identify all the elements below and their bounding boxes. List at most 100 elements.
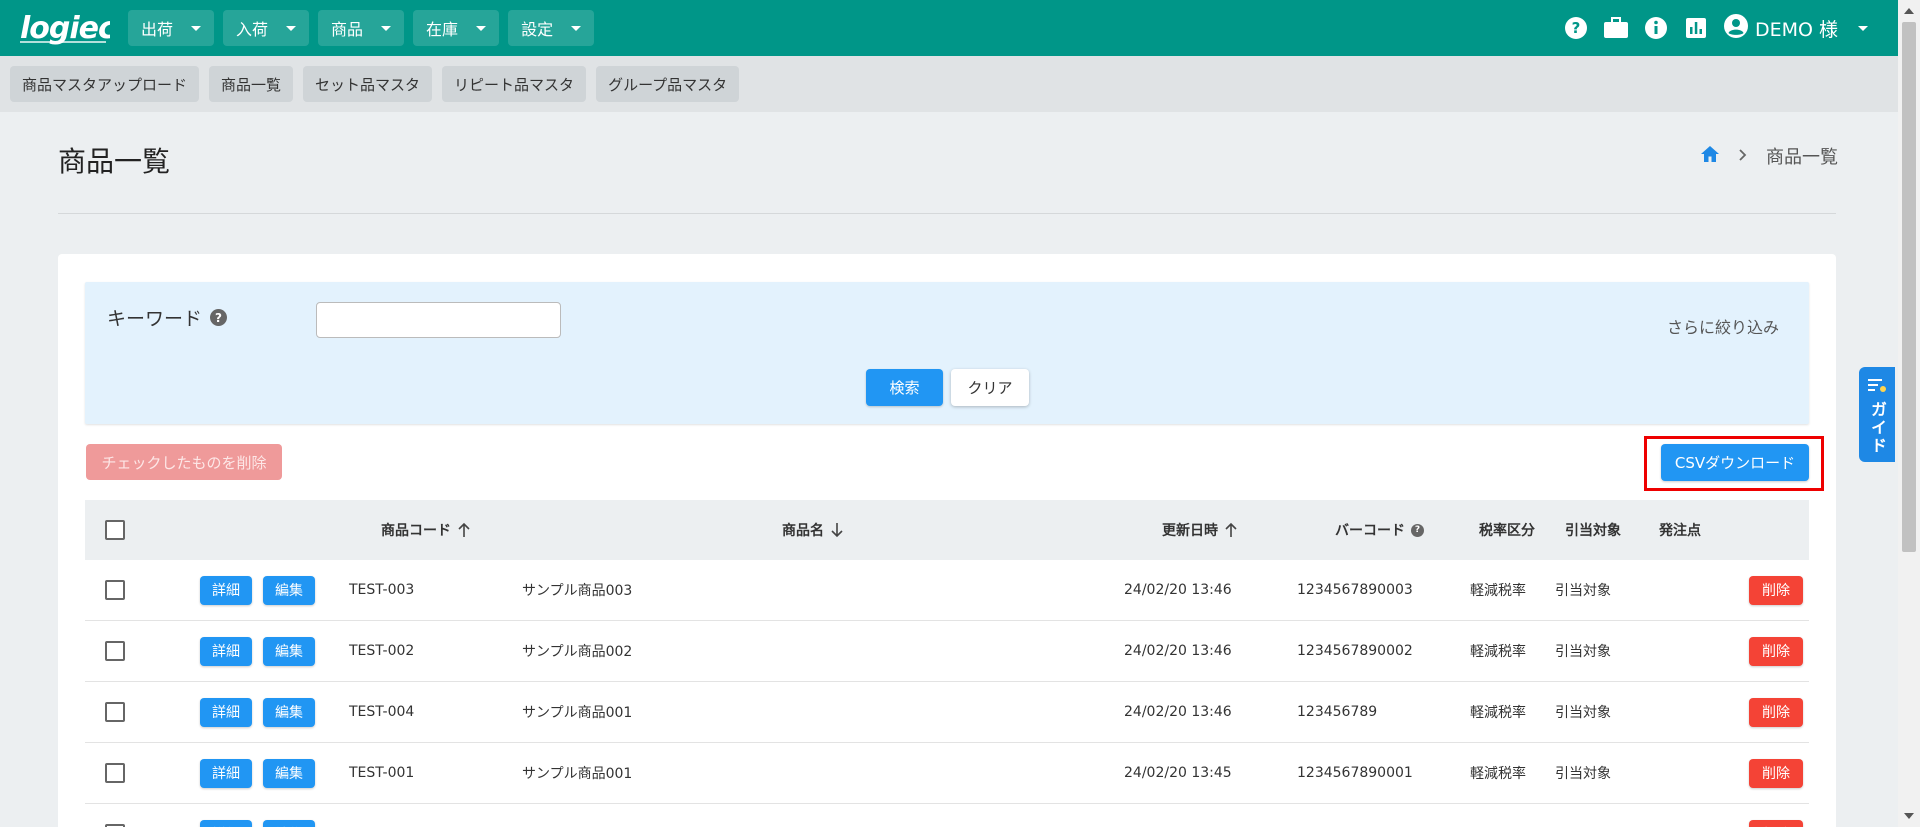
edit-button[interactable]: 編集 [263, 636, 315, 666]
question-icon[interactable]: ? [1411, 523, 1424, 537]
header-allocation: 引当対象 [1565, 523, 1621, 539]
row-checkbox[interactable] [105, 763, 125, 783]
arrow-up-icon [1225, 522, 1237, 537]
header-product-code[interactable]: 商品コード [381, 500, 471, 560]
allocation: 引当対象 [1555, 583, 1611, 599]
edit-button[interactable]: 編集 [263, 575, 315, 605]
product-code: TEST-002 [349, 643, 415, 659]
nav-shipping[interactable]: 出荷 [128, 10, 215, 46]
user-name: DEMO 様 [1754, 18, 1838, 41]
user-menu[interactable]: DEMO 様 [1723, 13, 1868, 44]
header-reorder-point: 発注点 [1659, 523, 1701, 539]
delete-button[interactable]: 削除 [1749, 636, 1803, 666]
allocation: 引当対象 [1555, 766, 1611, 782]
product-list-card: キーワード ? さらに絞り込み 検索 クリア チェックしたものを削除 CSVダウ… [58, 254, 1836, 827]
scroll-thumb[interactable] [1902, 22, 1916, 552]
barcode: 1234567890003 [1297, 582, 1413, 598]
header-updated-at[interactable]: 更新日時 [1162, 500, 1238, 560]
info-icon[interactable] [1643, 15, 1669, 41]
subnav-product-list[interactable]: 商品一覧 [209, 66, 294, 102]
product-code: TEST-003 [349, 582, 415, 598]
nav-settings[interactable]: 設定 [508, 10, 595, 46]
svg-text:logiec: logiec [20, 11, 110, 46]
edit-button[interactable]: 編集 [263, 758, 315, 788]
header-product-name[interactable]: 商品名 [782, 500, 844, 560]
select-all-checkbox[interactable] [105, 520, 125, 540]
product-code: TEST-001 [349, 765, 415, 781]
product-name: サンプル商品003 [522, 583, 633, 599]
chevron-down-icon [571, 25, 582, 31]
guide-list-icon [1867, 377, 1887, 397]
chevron-right-icon [1738, 146, 1748, 167]
barcode: 123456789 [1297, 704, 1378, 720]
delete-button[interactable]: 削除 [1749, 758, 1803, 788]
updated-at: 24/02/20 13:45 [1124, 765, 1232, 781]
clear-button[interactable]: クリア [951, 369, 1029, 406]
keyword-input[interactable] [316, 302, 561, 338]
detail-button[interactable]: 詳細 [200, 758, 252, 788]
subnav-product-master-upload[interactable]: 商品マスタアップロード [10, 66, 200, 102]
svg-text:?: ? [1572, 19, 1581, 37]
row-checkbox[interactable] [105, 580, 125, 600]
breadcrumb: 商品一覧 [1700, 143, 1838, 169]
help-icon[interactable]: ? [1563, 15, 1589, 41]
product-table: 商品コード 商品名 更新日時 バーコード ? 税率区分 引当対象 発注点 詳細 … [85, 500, 1809, 827]
search-button[interactable]: 検索 [866, 369, 943, 406]
delete-checked-button[interactable]: チェックしたものを削除 [86, 444, 282, 480]
guide-tab[interactable]: ガイド [1859, 367, 1895, 462]
table-row: 詳細 編集 TEST-001 サンプル商品001 24/02/20 13:45 … [85, 743, 1809, 804]
keyword-label: キーワード ? [107, 304, 228, 331]
page-title: 商品一覧 [58, 145, 171, 178]
page-scrollbar[interactable] [1898, 0, 1920, 827]
updated-at: 24/02/20 13:46 [1124, 704, 1232, 720]
top-header: logiec 出荷 入荷 商品 在庫 設定 ? DEMO 様 [0, 0, 1898, 56]
detail-button[interactable]: 詳細 [200, 819, 252, 827]
search-panel: キーワード ? さらに絞り込み 検索 クリア [85, 282, 1809, 424]
updated-at: 24/02/20 13:46 [1124, 643, 1232, 659]
product-name: サンプル商品002 [522, 644, 633, 660]
home-icon[interactable] [1700, 145, 1720, 168]
logo-mark: logiec [20, 11, 110, 46]
edit-button[interactable]: 編集 [263, 697, 315, 727]
delete-button[interactable]: 削除 [1749, 575, 1803, 605]
tax-class: 軽減税率 [1470, 644, 1526, 660]
delete-button[interactable]: 削除 [1749, 697, 1803, 727]
scroll-up-icon[interactable] [1904, 8, 1914, 14]
subnav-set-master[interactable]: セット品マスタ [303, 66, 433, 102]
row-checkbox[interactable] [105, 641, 125, 661]
scroll-down-icon[interactable] [1904, 813, 1914, 819]
arrow-down-icon [831, 523, 843, 538]
nav-products[interactable]: 商品 [318, 10, 405, 46]
chevron-down-icon [381, 25, 392, 31]
bar-chart-icon[interactable] [1683, 15, 1709, 41]
chevron-down-icon [286, 25, 297, 31]
table-row: 詳細 編集 TEST-002 サンプル商品002 24/02/20 13:46 … [85, 621, 1809, 682]
delete-button[interactable]: 削除 [1749, 819, 1803, 827]
arrow-up-icon [458, 522, 470, 537]
tax-class: 軽減税率 [1470, 583, 1526, 599]
row-checkbox[interactable] [105, 702, 125, 722]
detail-button[interactable]: 詳細 [200, 575, 252, 605]
table-row-partial: 詳細 編集 削除 [85, 804, 1809, 827]
subnav-group-master[interactable]: グループ品マスタ [596, 66, 740, 102]
main-nav: 出荷 入荷 商品 在庫 設定 [128, 10, 595, 46]
tax-class: 軽減税率 [1470, 705, 1526, 721]
detail-button[interactable]: 詳細 [200, 697, 252, 727]
account-icon [1723, 13, 1749, 44]
briefcase-icon[interactable] [1603, 15, 1629, 41]
question-icon[interactable]: ? [210, 309, 228, 326]
detail-button[interactable]: 詳細 [200, 636, 252, 666]
table-row: 詳細 編集 TEST-004 サンプル商品001 24/02/20 13:46 … [85, 682, 1809, 743]
table-row: 詳細 編集 TEST-003 サンプル商品003 24/02/20 13:46 … [85, 560, 1809, 621]
nav-receiving[interactable]: 入荷 [223, 10, 310, 46]
edit-button[interactable]: 編集 [263, 819, 315, 827]
nav-inventory[interactable]: 在庫 [413, 10, 500, 46]
chevron-down-icon [191, 25, 202, 31]
breadcrumb-current: 商品一覧 [1766, 147, 1838, 168]
logiec-logo[interactable]: logiec [20, 10, 110, 46]
refine-filter-link[interactable]: さらに絞り込み [1667, 314, 1779, 338]
csv-download-button[interactable]: CSVダウンロード [1661, 444, 1809, 481]
subnav-repeat-master[interactable]: リピート品マスタ [442, 66, 587, 102]
header-actions: ? DEMO 様 [1563, 13, 1868, 44]
allocation: 引当対象 [1555, 705, 1611, 721]
